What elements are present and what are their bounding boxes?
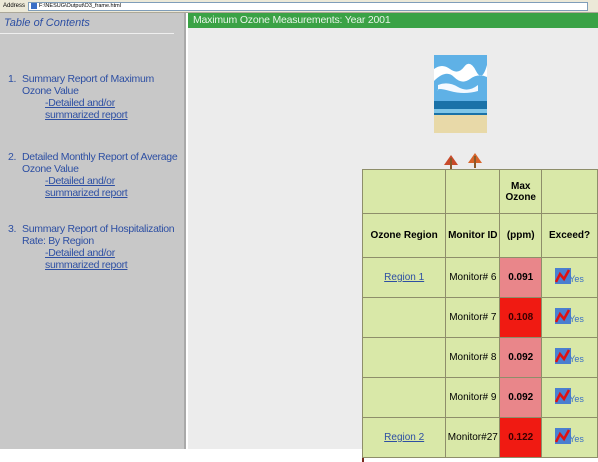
region-link[interactable]: Region 2 [384, 432, 424, 443]
empty-header-cell [541, 169, 598, 214]
toc-item-title: Detailed Monthly Report of Average Ozone… [22, 151, 178, 175]
exceed-cell: Yes [541, 377, 598, 418]
report-frame: Maximum Ozone Measurements: Year 2001 Ma… [188, 13, 598, 462]
ozone-value: 0.092 [499, 337, 543, 378]
exceed-label: Yes [569, 394, 584, 404]
monitor-id: Monitor# 9 [445, 377, 501, 418]
toc-item-number: 2. [8, 151, 17, 163]
exceed-label: Yes [569, 434, 584, 444]
exceed-cell: Yes [541, 337, 598, 378]
table-row: Monitor# 7 0.108 Yes [361, 297, 598, 338]
monitor-id-header: Monitor ID [445, 213, 501, 258]
toc-item-1: 1. Summary Report of Maximum Ozone Value… [8, 73, 182, 121]
toc-title: Table of Contents [0, 13, 174, 34]
ppm-header: (ppm) [499, 213, 543, 258]
ozone-value: 0.122 [499, 417, 543, 458]
ozone-value-text: 0.122 [508, 432, 534, 443]
page-icon [31, 3, 38, 9]
table-super-header: Max Ozone [361, 169, 598, 214]
ozone-table: Max Ozone Ozone Region Monitor ID (ppm) … [361, 169, 598, 458]
toc-item-2: 2. Detailed Monthly Report of Average Oz… [8, 151, 182, 199]
exceed-label: Yes [569, 314, 584, 324]
exceed-label: Yes [569, 274, 584, 284]
region-link[interactable]: Region 1 [384, 272, 424, 283]
table-of-contents-frame: Table of Contents 1. Summary Report of M… [0, 13, 186, 449]
exceed-cell: Yes [541, 297, 598, 338]
table-row: Monitor# 8 0.092 Yes [361, 337, 598, 378]
monitor-id: Monitor# 7 [445, 297, 501, 338]
empty-header-cell [361, 169, 447, 214]
max-ozone-header: Max Ozone [499, 169, 543, 214]
exceed-header: Exceed? [541, 213, 598, 258]
exceed-label: Yes [569, 354, 584, 364]
beach-image [434, 55, 487, 173]
table-row: Region 2 Monitor#27 0.122 Yes [361, 417, 598, 458]
address-url: F:\NESUG\Output\O3_frame.html [39, 3, 121, 9]
toc-item-number: 3. [8, 223, 17, 235]
ozone-value: 0.092 [499, 377, 543, 418]
table-header-row: Ozone Region Monitor ID (ppm) Exceed? [361, 213, 598, 258]
table-row: Region 1 Monitor# 6 0.091 Yes [361, 257, 598, 298]
ozone-region-header: Ozone Region [361, 213, 447, 258]
exceed-cell: Yes [541, 257, 598, 298]
toc-item-link[interactable]: -Detailed and/or summarized report [22, 175, 150, 199]
toc-item-number: 1. [8, 73, 17, 85]
toc-item-title: Summary Report of Maximum Ozone Value [22, 73, 154, 97]
monitor-id: Monitor# 6 [445, 257, 501, 298]
toc-item-3: 3. Summary Report of Hospitalization Rat… [8, 223, 182, 271]
empty-header-cell [445, 169, 501, 214]
ozone-value-text: 0.108 [508, 312, 534, 323]
ozone-value: 0.091 [499, 257, 543, 298]
address-bar: Address F:\NESUG\Output\O3_frame.html [0, 0, 598, 13]
toc-item-link[interactable]: -Detailed and/or summarized report [22, 97, 150, 121]
monitor-id: Monitor#27 [445, 417, 501, 458]
exceed-cell: Yes [541, 417, 598, 458]
address-label: Address [3, 3, 26, 9]
report-title: Maximum Ozone Measurements: Year 2001 [188, 13, 598, 28]
table-row: Monitor# 9 0.092 Yes [361, 377, 598, 418]
address-input[interactable]: F:\NESUG\Output\O3_frame.html [28, 1, 589, 11]
ozone-value: 0.108 [499, 297, 543, 338]
monitor-id: Monitor# 8 [445, 337, 501, 378]
toc-item-link[interactable]: -Detailed and/or summarized report [22, 247, 150, 271]
toc-item-title: Summary Report of Hospitalization Rate: … [22, 223, 175, 247]
